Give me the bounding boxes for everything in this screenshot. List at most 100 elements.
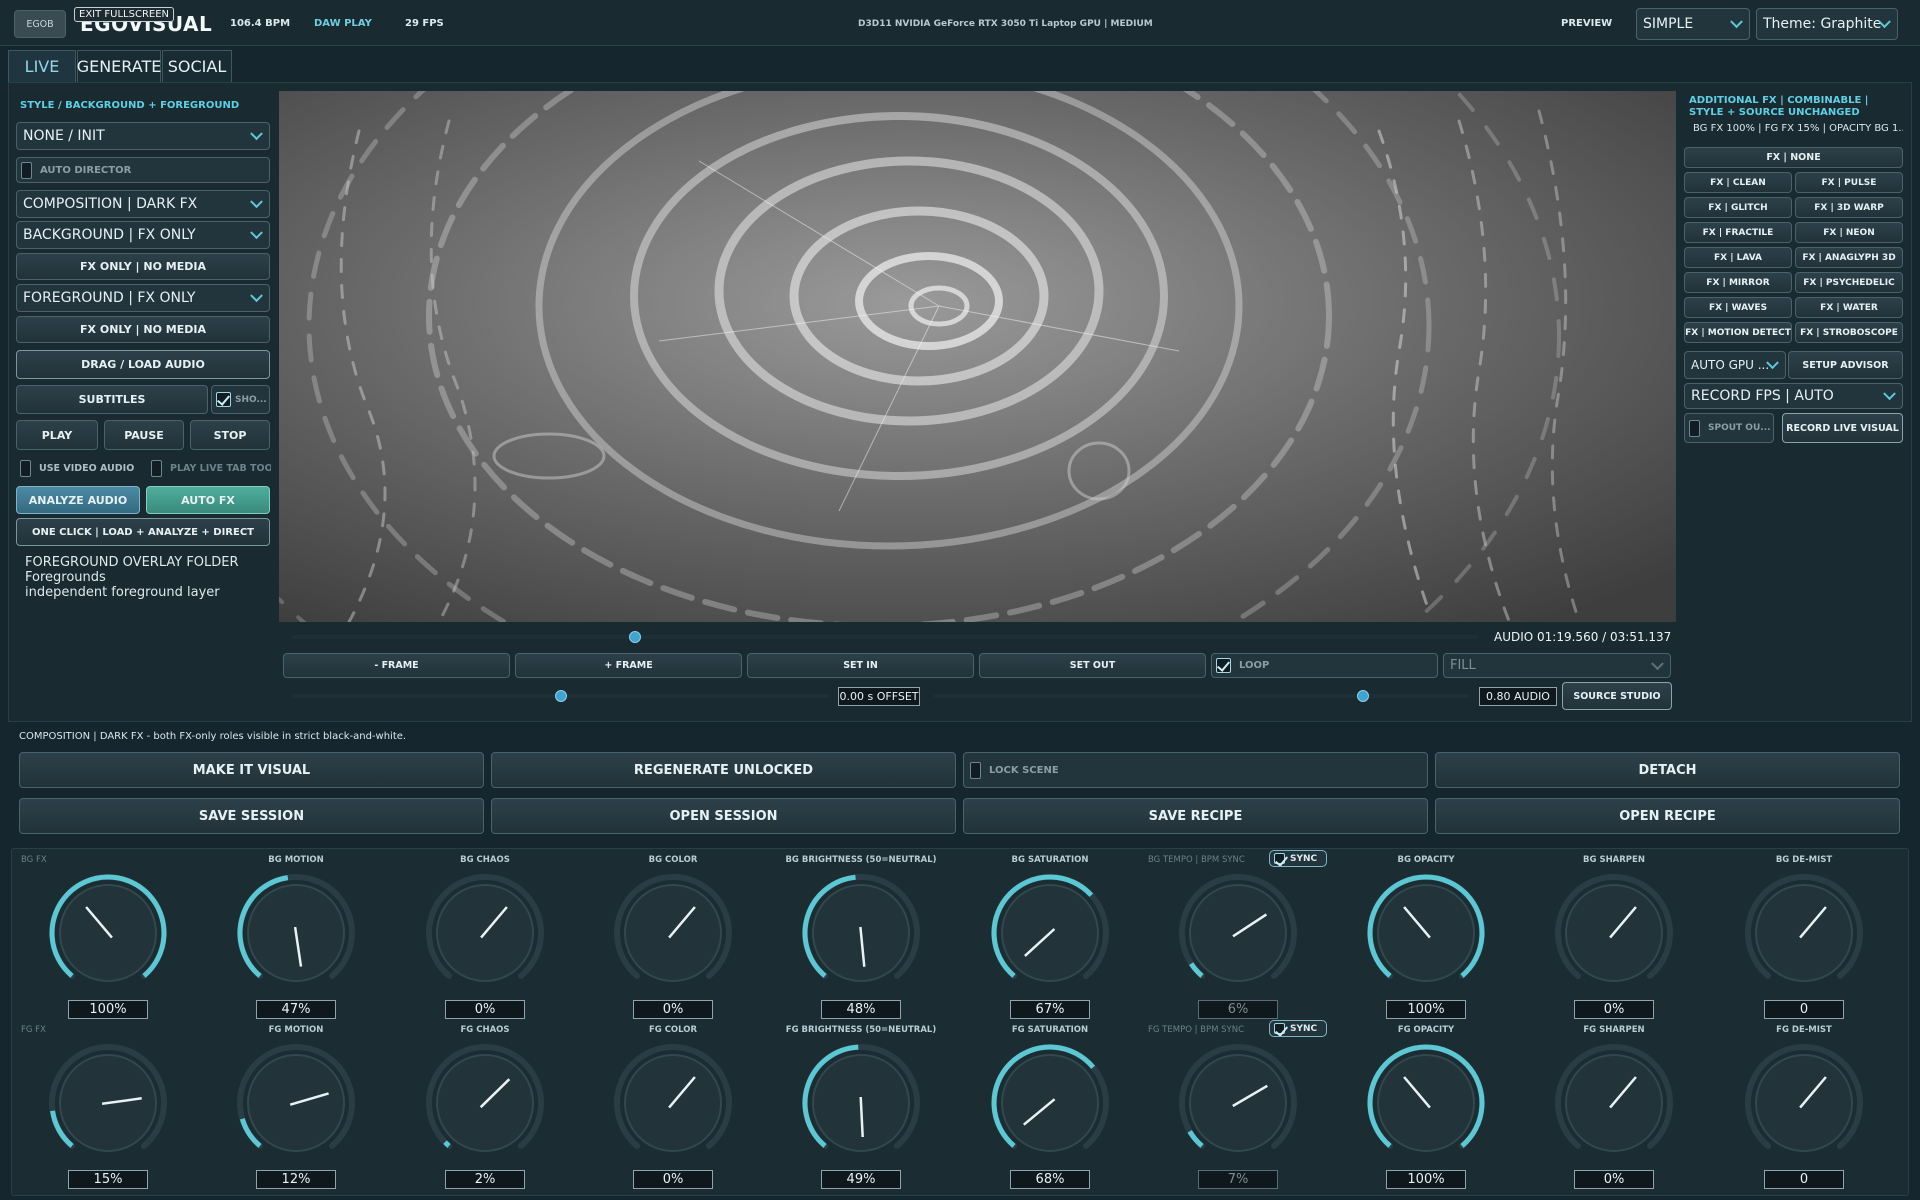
- fg-knob[interactable]: [791, 1033, 931, 1173]
- fx-button-waves[interactable]: FX | WAVES: [1684, 297, 1792, 318]
- theme-dropdown[interactable]: Theme: Graphite: [1756, 8, 1898, 40]
- fx-button-3d-warp[interactable]: FX | 3D WARP: [1795, 197, 1903, 218]
- fg-media-button[interactable]: FX ONLY | NO MEDIA: [16, 316, 270, 343]
- subtitles-button[interactable]: SUBTITLES: [16, 385, 208, 414]
- audio-slider-track[interactable]: [934, 694, 1470, 698]
- record-live-visual-button[interactable]: RECORD LIVE VISUAL: [1782, 413, 1903, 443]
- minus-frame-button[interactable]: - FRAME: [283, 653, 510, 678]
- fg-knob[interactable]: [1734, 1033, 1874, 1173]
- load-audio-button[interactable]: DRAG / LOAD AUDIO: [16, 350, 270, 379]
- audio-slider-thumb[interactable]: [1356, 690, 1369, 702]
- bg-media-button[interactable]: FX ONLY | NO MEDIA: [16, 253, 270, 280]
- fg-knob[interactable]: [226, 1033, 366, 1173]
- fx-button-mirror[interactable]: FX | MIRROR: [1684, 272, 1792, 293]
- fg-knob-value[interactable]: 2%: [445, 1170, 525, 1189]
- fg-knob-value[interactable]: 15%: [68, 1170, 148, 1189]
- play-live-tab-toggle[interactable]: PLAY LIVE TAB TOO: [147, 455, 271, 482]
- fg-knob-value[interactable]: 100%: [1386, 1170, 1466, 1189]
- bg-knob[interactable]: [791, 863, 931, 1003]
- foreground-dropdown[interactable]: FOREGROUND | FX ONLY: [16, 284, 270, 312]
- fg-knob[interactable]: [1356, 1033, 1496, 1173]
- save-recipe-button[interactable]: SAVE RECIPE: [963, 798, 1428, 834]
- fx-button-stroboscope[interactable]: FX | STROBOSCOPE: [1795, 322, 1903, 343]
- bg-knob[interactable]: [1544, 863, 1684, 1003]
- mode-dropdown[interactable]: SIMPLE: [1636, 8, 1750, 40]
- bg-knob[interactable]: [980, 863, 1120, 1003]
- fx-button-water[interactable]: FX | WATER: [1795, 297, 1903, 318]
- bg-knob[interactable]: [415, 863, 555, 1003]
- fg-knob-value[interactable]: 0%: [633, 1170, 713, 1189]
- visual-preview[interactable]: [279, 91, 1676, 622]
- fg-knob-value[interactable]: 49%: [821, 1170, 901, 1189]
- stop-button[interactable]: STOP: [190, 420, 270, 450]
- fg-knob-value[interactable]: 0: [1764, 1170, 1844, 1189]
- bg-knob[interactable]: [1734, 863, 1874, 1003]
- record-fps-dropdown[interactable]: RECORD FPS | AUTO: [1684, 383, 1903, 409]
- tab-generate[interactable]: GENERATE: [77, 50, 161, 82]
- bg-knob-value[interactable]: 6%: [1198, 1000, 1278, 1019]
- regenerate-unlocked-button[interactable]: REGENERATE UNLOCKED: [491, 752, 956, 788]
- play-button[interactable]: PLAY: [16, 420, 98, 450]
- bg-knob-value[interactable]: 47%: [256, 1000, 336, 1019]
- fg-knob[interactable]: [980, 1033, 1120, 1173]
- timeline-track[interactable]: [291, 635, 1478, 639]
- fx-button-glitch[interactable]: FX | GLITCH: [1684, 197, 1792, 218]
- bg-knob-value[interactable]: 100%: [1386, 1000, 1466, 1019]
- open-session-button[interactable]: OPEN SESSION: [491, 798, 956, 834]
- open-recipe-button[interactable]: OPEN RECIPE: [1435, 798, 1900, 834]
- background-dropdown[interactable]: BACKGROUND | FX ONLY: [16, 221, 270, 249]
- fg-knob[interactable]: [415, 1033, 555, 1173]
- offset-slider-thumb[interactable]: [555, 690, 567, 702]
- bg-knob[interactable]: [603, 863, 743, 1003]
- set-out-button[interactable]: SET OUT: [979, 653, 1206, 678]
- loop-toggle[interactable]: LOOP: [1211, 653, 1438, 678]
- analyze-audio-button[interactable]: ANALYZE AUDIO: [16, 486, 140, 514]
- fx-none-button[interactable]: FX | NONE: [1684, 147, 1903, 168]
- fx-button-motion-detect[interactable]: FX | MOTION DETECT: [1684, 322, 1792, 343]
- bg-knob-value[interactable]: 100%: [68, 1000, 148, 1019]
- bg-knob-value[interactable]: 0%: [445, 1000, 525, 1019]
- plus-frame-button[interactable]: + FRAME: [515, 653, 742, 678]
- use-video-audio-toggle[interactable]: USE VIDEO AUDIO: [16, 455, 138, 482]
- bg-knob-value[interactable]: 0%: [1574, 1000, 1654, 1019]
- bg-knob[interactable]: [1356, 863, 1496, 1003]
- fx-button-lava[interactable]: FX | LAVA: [1684, 247, 1792, 268]
- fx-button-pulse[interactable]: FX | PULSE: [1795, 172, 1903, 193]
- lock-scene-toggle[interactable]: LOCK SCENE: [963, 752, 1428, 788]
- fg-knob[interactable]: [1168, 1033, 1308, 1173]
- fg-knob[interactable]: [603, 1033, 743, 1173]
- fg-knob[interactable]: [1544, 1033, 1684, 1173]
- fx-button-neon[interactable]: FX | NEON: [1795, 222, 1903, 243]
- show-subtitles-toggle[interactable]: SHO...: [211, 385, 270, 414]
- preset-dropdown[interactable]: NONE / INIT: [16, 122, 270, 150]
- one-click-button[interactable]: ONE CLICK | LOAD + ANALYZE + DIRECT: [16, 518, 270, 546]
- bg-knob[interactable]: [226, 863, 366, 1003]
- setup-advisor-button[interactable]: SETUP ADVISOR: [1788, 351, 1903, 379]
- fill-dropdown[interactable]: FILL: [1443, 653, 1671, 678]
- bg-knob[interactable]: [1168, 863, 1308, 1003]
- logo-badge[interactable]: EGOB: [14, 10, 66, 38]
- bg-knob-value[interactable]: 0: [1764, 1000, 1844, 1019]
- bg-knob-value[interactable]: 67%: [1010, 1000, 1090, 1019]
- auto-gpu-dropdown[interactable]: AUTO GPU ...: [1684, 351, 1786, 379]
- fg-knob-value[interactable]: 12%: [256, 1170, 336, 1189]
- detach-button[interactable]: DETACH: [1435, 752, 1900, 788]
- save-session-button[interactable]: SAVE SESSION: [19, 798, 484, 834]
- source-studio-button[interactable]: SOURCE STUDIO: [1562, 682, 1672, 710]
- set-in-button[interactable]: SET IN: [747, 653, 974, 678]
- pause-button[interactable]: PAUSE: [104, 420, 184, 450]
- exit-fullscreen-tooltip[interactable]: EXIT FULLSCREEN: [74, 7, 175, 22]
- composition-dropdown[interactable]: COMPOSITION | DARK FX: [16, 190, 270, 218]
- tab-social[interactable]: SOCIAL: [162, 50, 232, 82]
- auto-fx-button[interactable]: AUTO FX: [146, 486, 270, 514]
- fx-button-psychedelic[interactable]: FX | PSYCHEDELIC: [1795, 272, 1903, 293]
- fx-button-fractile[interactable]: FX | FRACTILE: [1684, 222, 1792, 243]
- fg-knob-value[interactable]: 0%: [1574, 1170, 1654, 1189]
- fx-button-anaglyph-3d[interactable]: FX | ANAGLYPH 3D: [1795, 247, 1903, 268]
- fg-knob-value[interactable]: 68%: [1010, 1170, 1090, 1189]
- spout-output-toggle[interactable]: SPOUT OU...: [1684, 413, 1774, 443]
- make-it-visual-button[interactable]: MAKE IT VISUAL: [19, 752, 484, 788]
- tab-live[interactable]: LIVE: [8, 50, 76, 82]
- fg-knob[interactable]: [38, 1033, 178, 1173]
- auto-director-toggle[interactable]: AUTO DIRECTOR: [16, 157, 270, 183]
